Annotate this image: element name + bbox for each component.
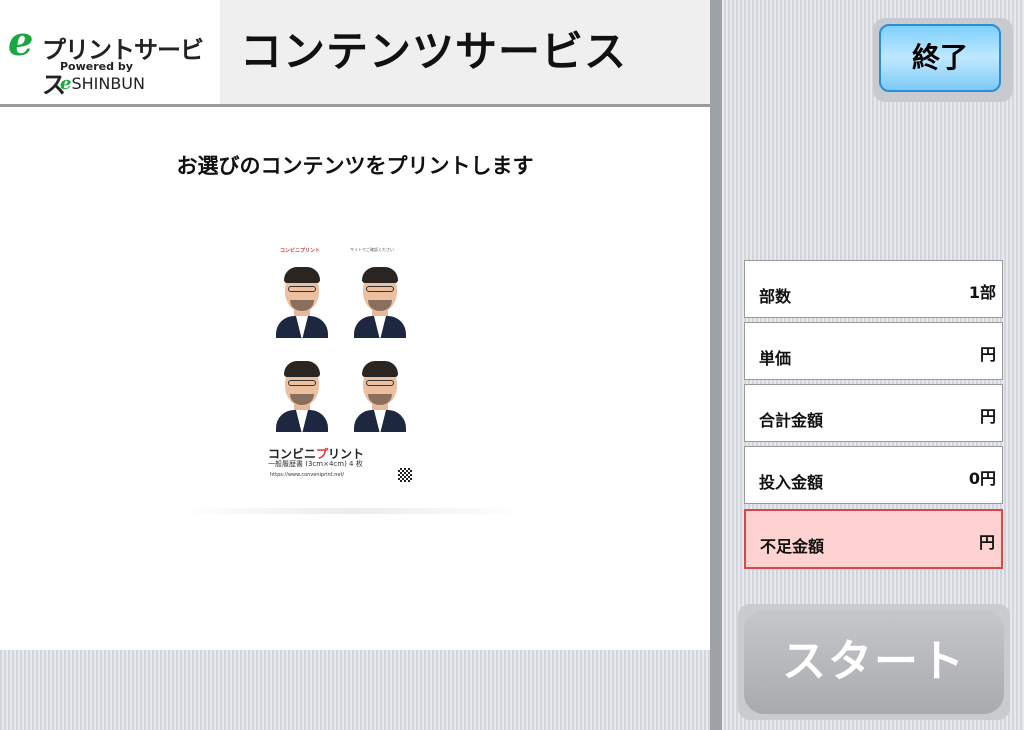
total-amount-label: 合計金額 [759,411,824,430]
copies-label: 部数 [759,287,792,306]
unit-price-value: 円 [979,345,996,364]
copies-row: 部数 1部 [744,260,1003,318]
preview-note: サイトでご確認ください [350,247,394,252]
eprint-logo: e プリントサービス Powered by eSHINBUN [0,0,220,104]
powered-by-text: Powered by [60,60,133,73]
shortage-amount-label: 不足金額 [760,537,825,556]
total-amount-row: 合計金額 円 [744,384,1003,442]
shortage-amount-row: 不足金額 円 [744,509,1003,569]
unit-price-label: 単価 [759,349,792,368]
shortage-amount-value: 円 [978,533,995,552]
powered-by: Powered by eSHINBUN [60,60,220,94]
inserted-amount-value: 0円 [968,469,996,488]
powered-e-mark: e [60,73,72,94]
instruction-text: お選びのコンテンツをプリントします [176,154,534,178]
copies-value: 1部 [968,283,996,302]
inserted-amount-label: 投入金額 [759,473,824,492]
total-amount-value: 円 [979,407,996,426]
preview-shadow [180,508,525,514]
bottom-strip [0,650,710,730]
preview-photo [272,258,332,338]
preview-photo [350,352,410,432]
preview-photo [350,258,410,338]
end-button-label: 終了 [879,24,1001,92]
preview-url: https://www.conveniprint.net/ [270,472,345,478]
preview-subtitle: 一般履歴書 (3cm×4cm) 4 枚 [268,460,363,468]
page-title: コンテンツサービス [240,27,628,76]
panel-divider [710,0,722,730]
powered-brand: SHINBUN [71,74,145,93]
main-panel: e プリントサービス Powered by eSHINBUN コンテンツサービス… [0,0,710,650]
inserted-amount-row: 投入金額 0円 [744,446,1003,504]
end-button[interactable]: 終了 [873,18,1013,102]
start-button[interactable]: スタート [738,604,1010,720]
unit-price-row: 単価 円 [744,322,1003,380]
start-button-label: スタート [744,610,1004,714]
preview-brand: コンビニプリント [280,248,321,254]
preview-photo [272,352,332,432]
logo-e-mark: e [8,18,34,65]
header-bar: e プリントサービス Powered by eSHINBUN コンテンツサービス [0,0,710,107]
qr-code-icon [398,468,412,482]
content-preview: コンビニプリント サイトでご確認ください コンビニプリント 一般履歴書 (3cm… [262,240,420,490]
